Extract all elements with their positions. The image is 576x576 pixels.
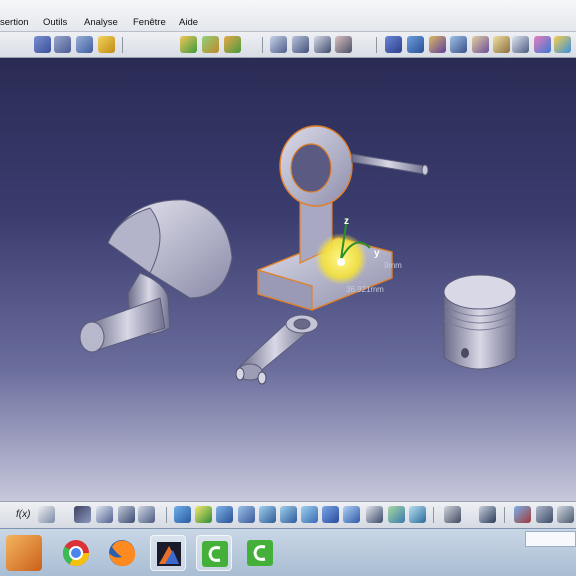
- iso-view-icon[interactable]: [343, 506, 360, 523]
- tree-icon[interactable]: [96, 506, 113, 523]
- menu-analyse[interactable]: Analyse: [84, 17, 118, 28]
- measure-icon[interactable]: [450, 36, 467, 53]
- menu-aide[interactable]: Aide: [179, 17, 198, 28]
- connecting-rod-part[interactable]: [235, 314, 319, 385]
- scene-icon[interactable]: [118, 506, 135, 523]
- swap-visible-space-icon[interactable]: [409, 506, 426, 523]
- z-axis-label: z: [344, 216, 349, 227]
- menu-bar: sertion Outils Analyse Fenêtre Aide: [0, 0, 576, 32]
- zoom-in-icon[interactable]: [259, 506, 276, 523]
- formula-button[interactable]: f(x): [16, 509, 30, 520]
- manipulate-icon[interactable]: [270, 36, 287, 53]
- menu-insertion[interactable]: sertion: [0, 17, 29, 28]
- scene: z y 9mm 36.921mm: [79, 125, 517, 385]
- windows-taskbar: [0, 528, 576, 576]
- firefox-icon[interactable]: [104, 535, 140, 571]
- menu-fenetre[interactable]: Fenêtre: [133, 17, 166, 28]
- catalog-icon[interactable]: [335, 36, 352, 53]
- comment-icon[interactable]: [38, 506, 55, 523]
- explode-icon[interactable]: [292, 36, 309, 53]
- top-toolbar: [0, 32, 576, 58]
- bottom-toolbar: f(x): [0, 501, 576, 528]
- sectioning-icon[interactable]: [407, 36, 424, 53]
- toolbar-separator: [122, 37, 123, 53]
- distance-icon[interactable]: [429, 36, 446, 53]
- table-icon[interactable]: [74, 506, 91, 523]
- publish-icon[interactable]: [536, 506, 553, 523]
- parameters-icon[interactable]: [138, 506, 155, 523]
- photo-editor-icon[interactable]: [150, 535, 186, 571]
- constraint-icon[interactable]: [34, 36, 51, 53]
- fix-component-icon[interactable]: [76, 36, 93, 53]
- camera-icon[interactable]: [444, 506, 461, 523]
- toolbar-separator: [166, 507, 167, 523]
- toolbar-separator: [376, 37, 377, 53]
- assembly-constraint-icon[interactable]: [54, 36, 71, 53]
- crankshaft-part[interactable]: [79, 199, 233, 353]
- vlc-icon[interactable]: [6, 535, 42, 571]
- catia-icon[interactable]: [196, 535, 232, 571]
- chrome-icon[interactable]: [58, 535, 94, 571]
- shading-icon[interactable]: [366, 506, 383, 523]
- piston-part[interactable]: [443, 274, 517, 370]
- snap-icon[interactable]: [98, 36, 115, 53]
- bill-of-material-icon[interactable]: [314, 36, 331, 53]
- toolbar-separator: [433, 507, 434, 523]
- measure-inertia-icon[interactable]: [472, 36, 489, 53]
- annotation-icon[interactable]: [493, 36, 510, 53]
- zoom-window-icon[interactable]: [512, 36, 529, 53]
- normal-view-icon[interactable]: [301, 506, 318, 523]
- tray-area: [525, 531, 576, 547]
- move-icon[interactable]: [514, 506, 531, 523]
- 3d-viewport[interactable]: z y 9mm 36.921mm: [0, 58, 576, 501]
- toolbar-separator: [504, 507, 505, 523]
- new-product-icon[interactable]: [224, 36, 241, 53]
- measurement-label: 36.921mm: [346, 285, 384, 294]
- update-icon[interactable]: [479, 506, 496, 523]
- options-icon[interactable]: [557, 506, 574, 523]
- y-axis-label: y: [374, 248, 380, 259]
- existing-component-icon[interactable]: [180, 36, 197, 53]
- menu-outils[interactable]: Outils: [43, 17, 67, 28]
- multi-view-icon[interactable]: [322, 506, 339, 523]
- hide-show-icon[interactable]: [388, 506, 405, 523]
- fit-all-icon[interactable]: [195, 506, 212, 523]
- toolbar-separator: [262, 37, 263, 53]
- pan-icon[interactable]: [216, 506, 233, 523]
- clash-icon[interactable]: [385, 36, 402, 53]
- new-part-icon[interactable]: [202, 36, 219, 53]
- fly-mode-icon[interactable]: [174, 506, 191, 523]
- rotate-icon[interactable]: [238, 506, 255, 523]
- refresh-icon[interactable]: [554, 36, 571, 53]
- zoom-out-icon[interactable]: [280, 506, 297, 523]
- render-icon[interactable]: [534, 36, 551, 53]
- measurement-label: 9mm: [384, 261, 402, 270]
- catia-icon[interactable]: [242, 535, 278, 571]
